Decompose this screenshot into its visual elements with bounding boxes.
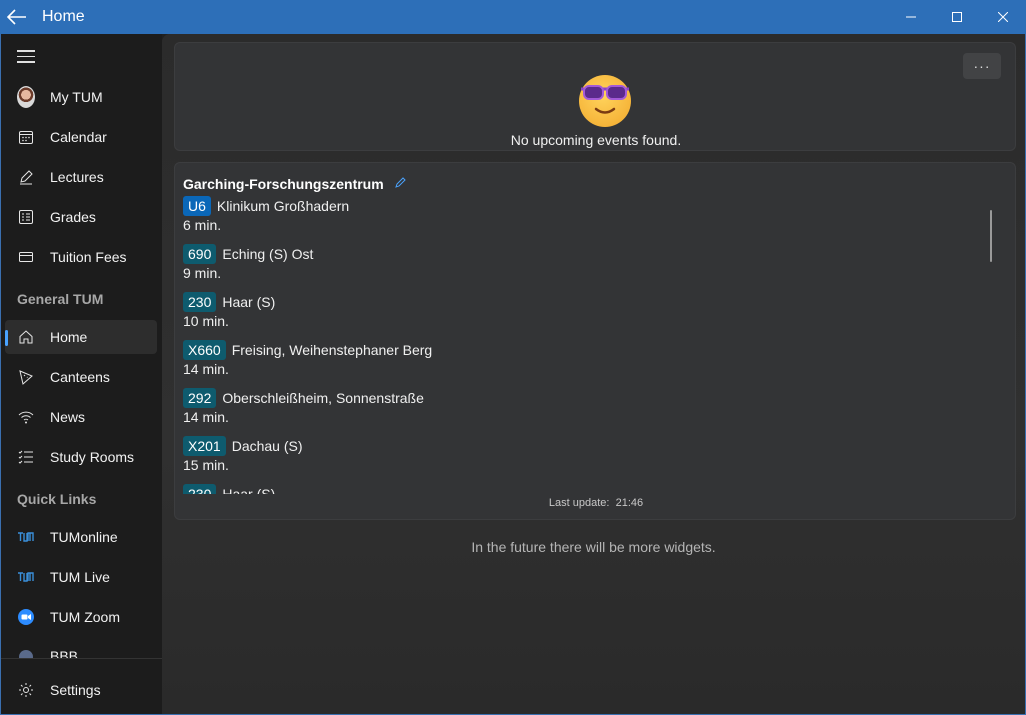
sunglasses-emoji-icon — [579, 75, 631, 127]
back-arrow-icon — [7, 9, 26, 25]
nav-item-canteens[interactable]: Canteens — [5, 360, 157, 394]
avatar — [17, 86, 35, 108]
nav-label: My TUM — [50, 89, 103, 105]
departure-row: 292 Oberschleißheim, Sonnenstraße 14 min. — [183, 388, 983, 436]
more-options-button[interactable]: ··· — [963, 53, 1001, 79]
nav-item-settings[interactable]: Settings — [5, 673, 157, 707]
nav-item-bbb[interactable]: BBB — [5, 640, 157, 658]
departure-time: 9 min. — [183, 265, 222, 281]
destination: Haar (S) — [222, 486, 276, 494]
departures-list[interactable]: U6 Klinikum Großhadern 6 min. 690 Eching (… — [183, 196, 983, 494]
nav-label: Canteens — [50, 369, 110, 385]
card-icon — [19, 252, 33, 262]
nav-item-news[interactable]: News — [5, 400, 157, 434]
edit-station-icon[interactable] — [394, 175, 408, 192]
line-badge: X201 — [183, 436, 226, 456]
last-update-time: 21:46 — [615, 497, 644, 509]
pen-icon — [20, 170, 33, 185]
main-content: ··· No upcoming events found. Garching-F… — [162, 34, 1025, 714]
station-title: Garching-Forschungszentrum — [183, 175, 408, 192]
minimize-button[interactable] — [888, 0, 934, 34]
nav-item-home[interactable]: Home — [5, 320, 157, 354]
departure-row: 690 Eching (S) Ost 9 min. — [183, 244, 983, 292]
future-widgets-message: In the future there will be more widgets… — [471, 539, 716, 555]
food-icon — [19, 370, 33, 385]
section-quick-links: Quick Links — [17, 491, 97, 507]
line-badge: X660 — [183, 340, 226, 360]
departure-row: X201 Dachau (S) 15 min. — [183, 436, 983, 484]
gear-icon — [19, 683, 33, 697]
events-widget: ··· No upcoming events found. — [174, 42, 1016, 151]
maximize-icon — [952, 12, 962, 22]
destination: Eching (S) Ost — [222, 246, 314, 262]
departure-time: 14 min. — [183, 361, 229, 377]
nav-label: Study Rooms — [50, 449, 135, 465]
nav-item-grades[interactable]: Grades — [5, 200, 157, 234]
transit-widget: Garching-Forschungszentrum U6 Klinikum Gr… — [174, 162, 1016, 520]
tum-logo-icon — [18, 532, 34, 542]
departure-row: U6 Klinikum Großhadern 6 min. — [183, 196, 983, 244]
no-events-message: No upcoming events found. — [510, 132, 682, 148]
nav-label: Calendar — [50, 129, 107, 145]
nav-item-tuition-fees[interactable]: Tuition Fees — [5, 240, 157, 274]
last-update: Last update: 21:46 — [175, 497, 1017, 509]
nav-item-tum-live[interactable]: TUM Live — [5, 560, 157, 594]
nav-item-lectures[interactable]: Lectures — [5, 160, 157, 194]
line-badge: 230 — [183, 292, 217, 312]
station-name: Garching-Forschungszentrum — [183, 175, 384, 192]
last-update-label: Last update: — [548, 497, 610, 509]
maximize-button[interactable] — [934, 0, 980, 34]
section-general-tum: General TUM — [17, 291, 104, 307]
departure-row: 230 Haar (S) — [183, 484, 983, 494]
departure-row: 230 Haar (S) 10 min. — [183, 292, 983, 340]
line-badge: 230 — [183, 484, 217, 494]
nav-item-tumonline[interactable]: TUMonline — [5, 520, 157, 554]
line-badge: U6 — [183, 196, 211, 216]
destination: Dachau (S) — [231, 438, 303, 454]
departure-time: 6 min. — [183, 217, 222, 233]
home-icon — [19, 330, 33, 344]
navigation-sidebar: My TUM Calendar Lectures Grades Tuition … — [1, 34, 162, 714]
nav-item-my-tum[interactable]: My TUM — [5, 80, 157, 114]
destination: Oberschleißheim, Sonnenstraße — [222, 390, 424, 406]
destination: Klinikum Großhadern — [216, 198, 350, 214]
nav-label: TUM Zoom — [50, 609, 120, 625]
departure-time: 14 min. — [183, 409, 229, 425]
list-icon — [18, 450, 33, 464]
departure-time: 10 min. — [183, 313, 229, 329]
nav-item-tum-zoom[interactable]: TUM Zoom — [5, 600, 157, 634]
close-button[interactable] — [980, 0, 1026, 34]
minimize-icon — [906, 16, 916, 18]
close-icon — [998, 12, 1008, 22]
back-button[interactable] — [0, 0, 34, 34]
nav-item-study-rooms[interactable]: Study Rooms — [5, 440, 157, 474]
departure-row: X660 Freising, Weihenstephaner Berg 14 mi… — [183, 340, 983, 388]
nav-label: BBB — [50, 648, 79, 658]
tum-logo-icon — [18, 572, 34, 582]
zoom-icon — [18, 609, 34, 625]
line-badge: 690 — [183, 244, 217, 264]
destination: Haar (S) — [222, 294, 276, 310]
wifi-icon — [18, 411, 34, 424]
sidebar-divider — [1, 658, 162, 659]
line-badge: 292 — [183, 388, 217, 408]
scrollbar-thumb[interactable] — [990, 210, 992, 262]
nav-label: Grades — [50, 209, 96, 225]
nav-label: TUMonline — [50, 529, 118, 545]
title-bar: Home — [0, 0, 1026, 34]
nav-label: Settings — [50, 682, 101, 698]
nav-label: Home — [50, 329, 88, 345]
calendar-icon — [19, 131, 33, 144]
hamburger-menu-icon[interactable] — [17, 50, 35, 64]
destination: Freising, Weihenstephaner Berg — [231, 342, 433, 358]
window-title: Home — [42, 8, 85, 25]
departure-time: 15 min. — [183, 457, 229, 473]
nav-label: News — [50, 409, 86, 425]
nav-label: Tuition Fees — [50, 249, 127, 265]
nav-label: Lectures — [50, 169, 104, 185]
nav-label: TUM Live — [50, 569, 110, 585]
globe-icon — [19, 650, 33, 658]
grades-icon — [19, 210, 33, 224]
nav-item-calendar[interactable]: Calendar — [5, 120, 157, 154]
